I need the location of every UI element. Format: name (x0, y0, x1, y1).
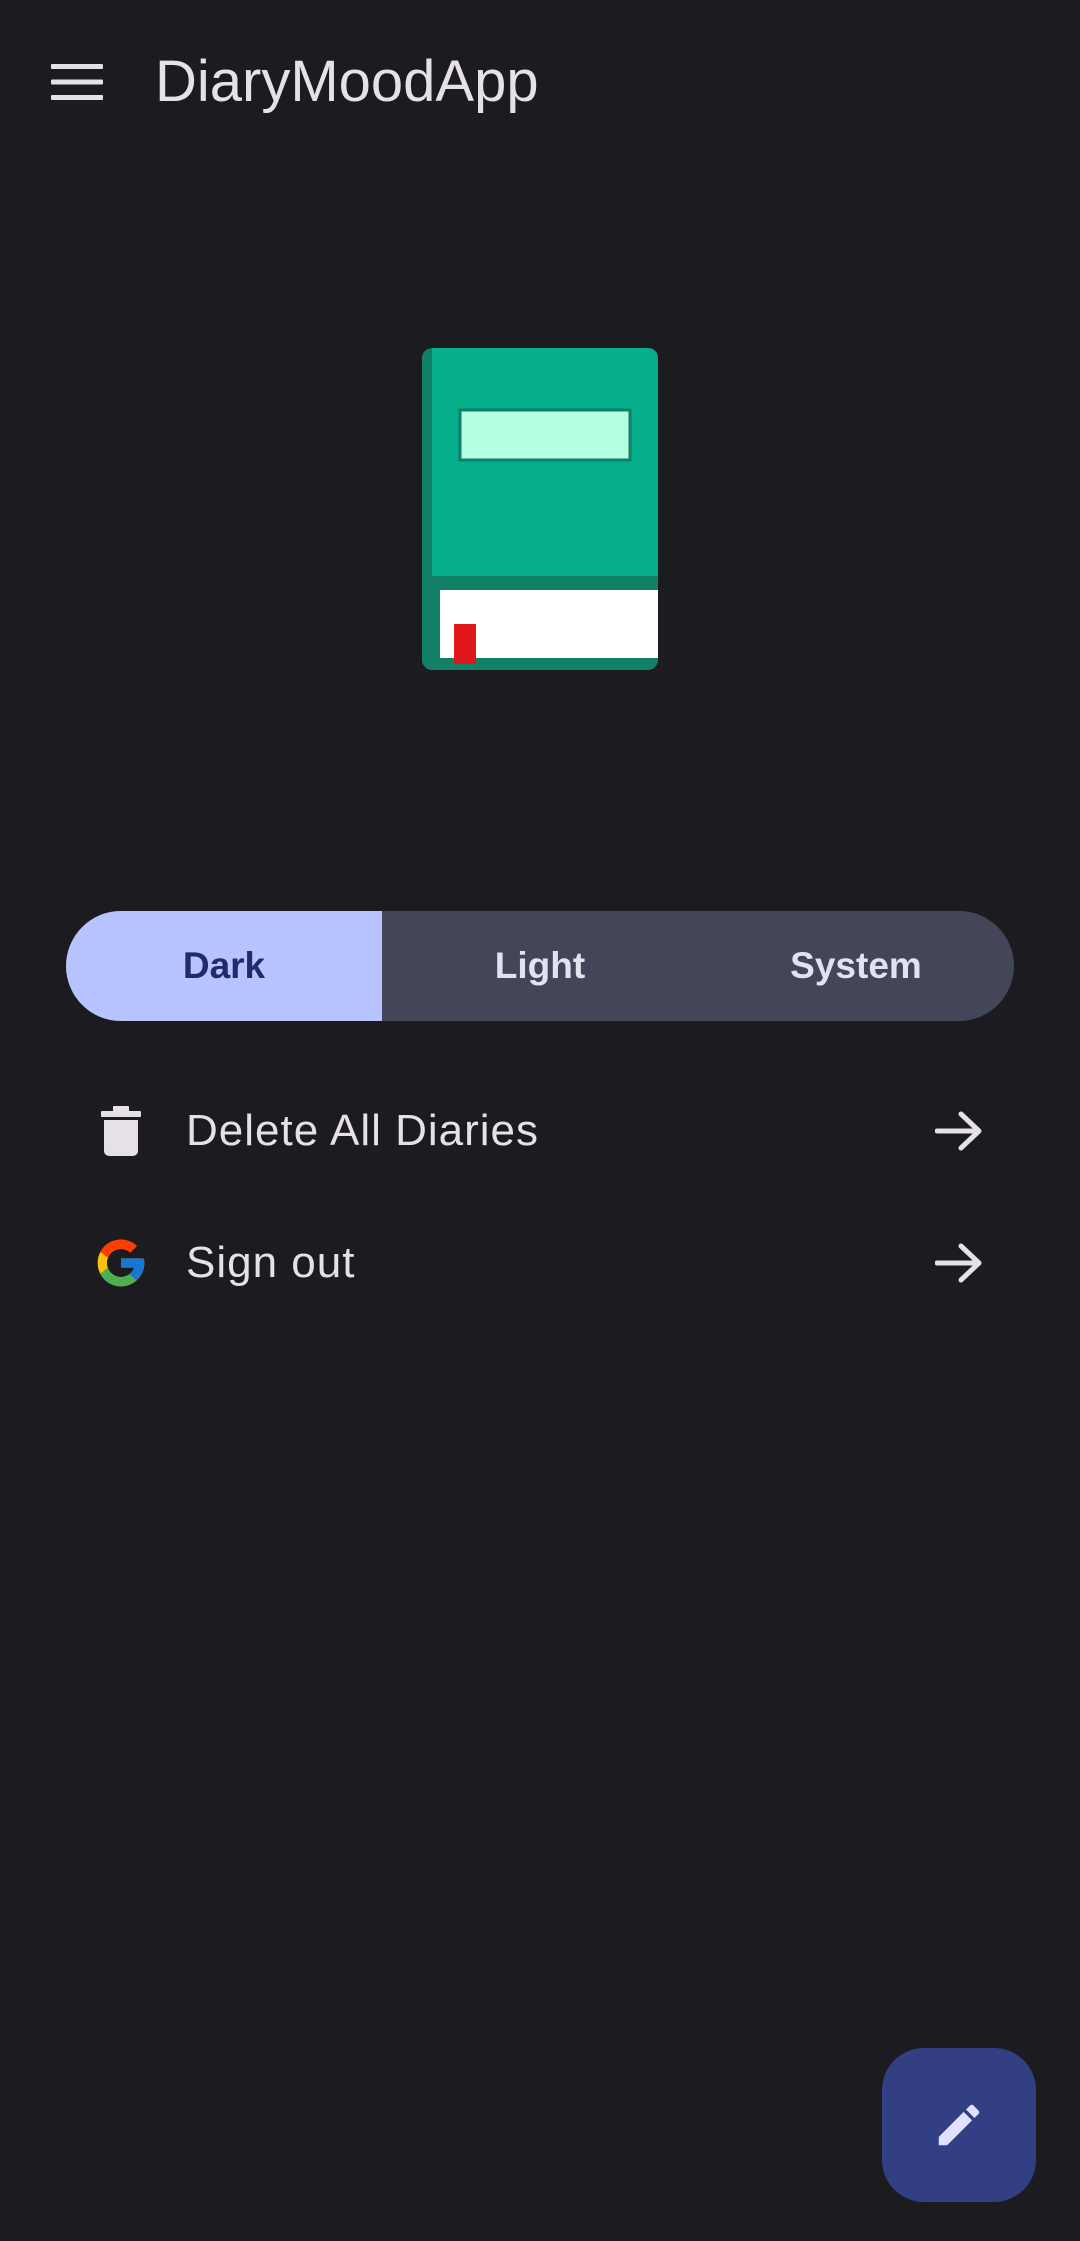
sign-out-row[interactable]: Sign out (66, 1203, 1014, 1323)
arrow-right-icon (904, 1076, 1014, 1186)
diary-book-icon (422, 348, 658, 670)
pencil-icon (938, 2104, 980, 2146)
theme-option-label: Light (494, 945, 586, 986)
theme-option-label: Dark (182, 945, 266, 986)
google-icon (66, 1208, 176, 1318)
diary-book-illustration (420, 346, 660, 672)
app-title: DiaryMoodApp (155, 49, 539, 114)
sign-out-label: Sign out (186, 1238, 356, 1287)
delete-all-diaries-row[interactable]: Delete All Diaries (66, 1071, 1014, 1191)
new-diary-fab[interactable] (882, 2048, 1036, 2202)
theme-option-light[interactable]: Light (382, 911, 698, 1021)
hamburger-menu-icon (51, 64, 103, 100)
theme-option-dark[interactable]: Dark (66, 911, 382, 1021)
arrow-right-icon (904, 1208, 1014, 1318)
trash-icon (66, 1076, 176, 1186)
theme-option-label: System (790, 945, 922, 986)
menu-button[interactable] (30, 35, 124, 129)
theme-option-system[interactable]: System (698, 911, 1014, 1021)
top-app-bar: DiaryMoodApp (0, 0, 1080, 165)
delete-all-diaries-label: Delete All Diaries (186, 1106, 540, 1155)
theme-segmented-control: Dark Light System (66, 911, 1014, 1021)
